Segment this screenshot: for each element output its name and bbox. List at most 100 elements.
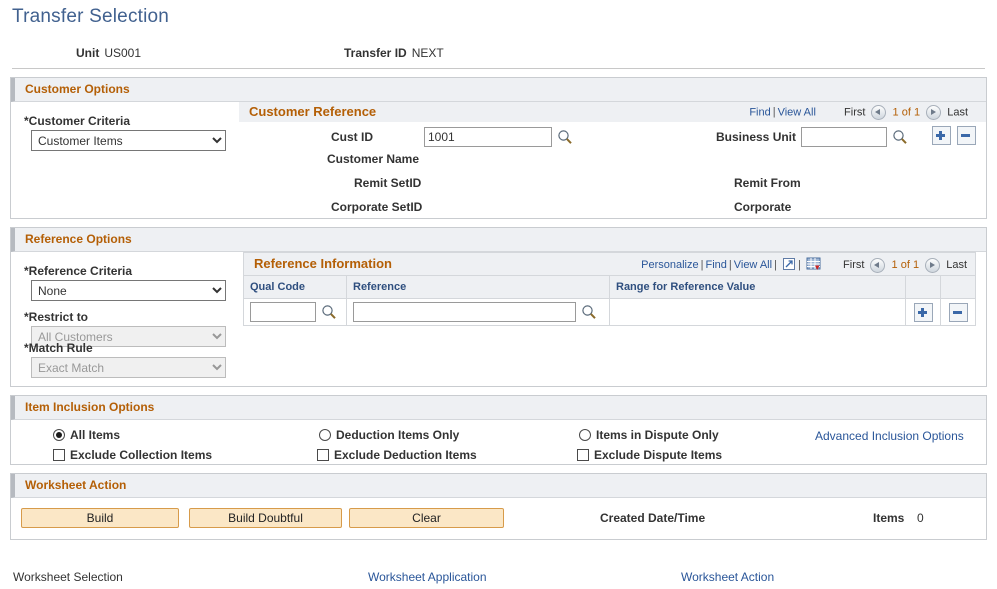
grid-cell-delete <box>941 299 976 326</box>
key-field-transfer-id: Transfer ID NEXT <box>344 46 444 60</box>
checkbox-exclude-collection-items-control[interactable] <box>53 449 65 461</box>
unit-value: US001 <box>104 46 141 60</box>
cust-id-label: Cust ID <box>331 130 373 144</box>
customer-criteria-dropdown-wrap: Customer Items <box>31 130 226 151</box>
radio-all-items-control[interactable] <box>53 429 65 441</box>
radio-deduction-items-only-control[interactable] <box>319 429 331 441</box>
bottom-link-worksheet-application[interactable]: Worksheet Application <box>368 570 487 584</box>
reference-grid-delete-row-button[interactable] <box>949 303 968 322</box>
customer-reference-counter: 1 of 1 <box>893 106 921 118</box>
checkbox-exclude-collection-items[interactable]: Exclude Collection Items <box>53 448 212 462</box>
worksheet-action-group: Worksheet Action Build Build Doubtful Cl… <box>10 473 987 540</box>
customer-reference-nav: Find|View All First 1 of 1 Last <box>749 105 968 120</box>
business-unit-lookup-icon[interactable] <box>892 129 908 145</box>
transfer-id-label: Transfer ID <box>344 46 407 60</box>
customer-reference-viewall-link[interactable]: View All <box>778 106 816 118</box>
checkbox-exclude-dispute-items-control[interactable] <box>577 449 589 461</box>
reference-options-group: Reference Options Reference Criteria Non… <box>10 227 987 387</box>
build-doubtful-button[interactable]: Build Doubtful <box>189 508 342 528</box>
reference-information-header: Reference Information <box>254 256 392 271</box>
reference-grid-prev-arrow-icon[interactable] <box>870 258 885 273</box>
checkbox-exclude-dispute-items-label: Exclude Dispute Items <box>594 448 722 462</box>
worksheet-action-header: Worksheet Action <box>11 474 986 498</box>
qual-code-lookup-icon[interactable] <box>321 304 337 320</box>
reference-grid-download-excel-icon[interactable] <box>806 257 821 274</box>
customer-reference-add-row-button[interactable] <box>932 126 951 145</box>
reference-grid-last-label[interactable]: Last <box>946 259 967 271</box>
header-divider <box>12 68 985 69</box>
business-unit-input[interactable] <box>801 127 887 147</box>
reference-grid-next-arrow-icon[interactable] <box>925 258 940 273</box>
radio-all-items[interactable]: All Items <box>53 428 120 442</box>
grid-cell-qual-code <box>244 299 347 326</box>
business-unit-field-wrap <box>801 127 908 147</box>
radio-all-items-label: All Items <box>70 428 120 442</box>
reference-lookup-icon[interactable] <box>581 304 597 320</box>
radio-items-in-dispute-only-label: Items in Dispute Only <box>596 428 719 442</box>
customer-reference-next-arrow-icon[interactable] <box>926 105 941 120</box>
corporate-label: Corporate <box>734 200 791 214</box>
customer-reference-row-buttons <box>929 126 976 145</box>
bottom-link-worksheet-action[interactable]: Worksheet Action <box>681 570 774 584</box>
customer-reference-find-link[interactable]: Find <box>749 106 770 118</box>
cust-id-lookup-icon[interactable] <box>557 129 573 145</box>
customer-reference-last-label[interactable]: Last <box>947 106 968 118</box>
reference-grid-add-row-button[interactable] <box>914 303 933 322</box>
customer-options-group: Customer Options Customer Criteria Custo… <box>10 77 987 219</box>
checkbox-exclude-deduction-items-control[interactable] <box>317 449 329 461</box>
grid-header-row: Qual Code Reference Range for Reference … <box>244 276 976 299</box>
customer-criteria-select[interactable]: Customer Items <box>31 130 226 151</box>
item-inclusion-options-group: Item Inclusion Options All Items Deducti… <box>10 395 987 465</box>
reference-grid-personalize-link[interactable]: Personalize <box>641 259 698 271</box>
remit-from-label: Remit From <box>734 176 801 190</box>
reference-grid-viewall-link[interactable]: View All <box>734 259 772 271</box>
item-inclusion-options-header: Item Inclusion Options <box>11 396 986 420</box>
remit-setid-label: Remit SetID <box>354 176 421 190</box>
customer-reference-header: Customer Reference <box>249 104 376 119</box>
reference-grid-counter: 1 of 1 <box>892 259 920 271</box>
items-label: Items <box>873 511 904 525</box>
checkbox-exclude-deduction-items-label: Exclude Deduction Items <box>334 448 477 462</box>
reference-input[interactable] <box>353 302 576 322</box>
radio-items-in-dispute-only-control[interactable] <box>579 429 591 441</box>
grid-cell-reference <box>347 299 610 326</box>
build-button[interactable]: Build <box>21 508 179 528</box>
grid-cell-range <box>610 299 906 326</box>
customer-reference-first-label[interactable]: First <box>844 106 865 118</box>
reference-grid-first-label[interactable]: First <box>843 259 864 271</box>
key-field-unit: Unit US001 <box>76 46 141 60</box>
customer-options-header: Customer Options <box>11 78 986 102</box>
items-value: 0 <box>917 511 924 525</box>
grid-col-reference: Reference <box>347 276 610 299</box>
corporate-setid-label: Corporate SetID <box>331 200 422 214</box>
radio-items-in-dispute-only[interactable]: Items in Dispute Only <box>579 428 719 442</box>
reference-grid-find-link[interactable]: Find <box>705 259 726 271</box>
qual-code-input[interactable] <box>250 302 316 322</box>
checkbox-exclude-dispute-items[interactable]: Exclude Dispute Items <box>577 448 722 462</box>
reference-criteria-label: Reference Criteria <box>24 264 132 278</box>
customer-reference-delete-row-button[interactable] <box>957 126 976 145</box>
grid-col-qual-code: Qual Code <box>244 276 347 299</box>
clear-button[interactable]: Clear <box>349 508 504 528</box>
customer-name-label: Customer Name <box>327 152 419 166</box>
cust-id-input[interactable] <box>424 127 552 147</box>
customer-reference-prev-arrow-icon[interactable] <box>871 105 886 120</box>
reference-information-grid: Qual Code Reference Range for Reference … <box>243 275 976 326</box>
reference-criteria-select[interactable]: None <box>31 280 226 301</box>
unit-label: Unit <box>76 46 99 60</box>
radio-deduction-items-only-label: Deduction Items Only <box>336 428 459 442</box>
reference-grid-expand-icon[interactable] <box>782 257 796 274</box>
radio-deduction-items-only[interactable]: Deduction Items Only <box>319 428 459 442</box>
reference-information-panel: Reference Information Personalize|Find|V… <box>243 252 976 326</box>
reference-options-header: Reference Options <box>11 228 986 252</box>
table-row <box>244 299 976 326</box>
created-datetime-label: Created Date/Time <box>600 511 705 525</box>
checkbox-exclude-deduction-items[interactable]: Exclude Deduction Items <box>317 448 477 462</box>
match-rule-select[interactable]: Exact Match <box>31 357 226 378</box>
customer-reference-panel: Customer Reference Find|View All First 1… <box>239 102 986 220</box>
key-fields-row: Unit US001 Transfer ID NEXT <box>0 38 997 68</box>
bottom-links-bar: Worksheet Selection Worksheet Applicatio… <box>0 566 997 588</box>
restrict-to-label: Restrict to <box>24 310 88 324</box>
advanced-inclusion-options-link[interactable]: Advanced Inclusion Options <box>815 429 964 443</box>
transfer-id-value: NEXT <box>412 46 444 60</box>
